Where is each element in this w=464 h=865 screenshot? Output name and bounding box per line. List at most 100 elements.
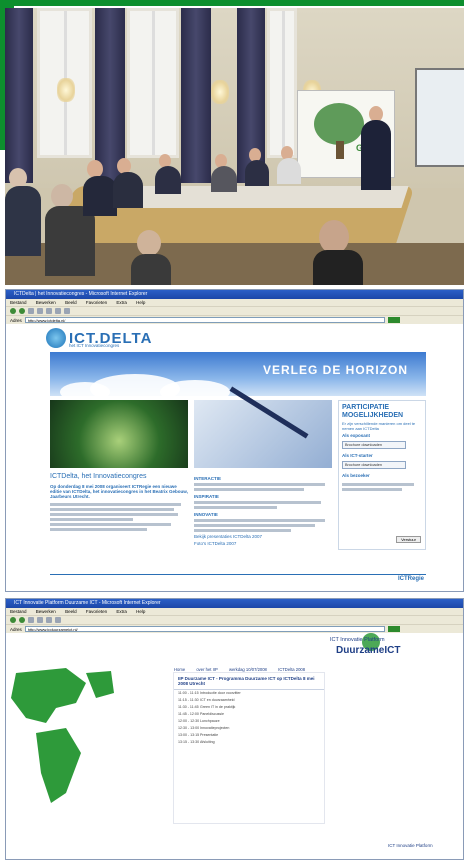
address-input[interactable]: http://www.ipduurzameict.nl/ xyxy=(24,626,385,632)
features-column: INTERACTIE INSPIRATIE INNOVATIE Bekijk p… xyxy=(194,473,332,546)
window-title: ICTDelta | het Innovatiecongres - Micros… xyxy=(6,290,463,299)
section-title: INNOVATIE xyxy=(194,512,218,517)
meeting-photo: Green xyxy=(5,8,464,285)
tree-trunk xyxy=(336,141,344,159)
program-row: 13:00 - 13:15 Presentatie xyxy=(174,732,324,739)
toolbar xyxy=(6,615,463,624)
menu-item[interactable]: Favorieten xyxy=(86,300,107,305)
refresh-icon[interactable] xyxy=(37,308,43,314)
body-text-line xyxy=(50,513,179,516)
program-time: 12:00 - 12:30 xyxy=(178,719,200,723)
photo-curtain xyxy=(181,8,211,183)
body-text-line xyxy=(50,518,133,521)
program-event: Lunchpauze xyxy=(200,719,220,723)
link[interactable]: Bekijk presentaties ICTDelta 2007 xyxy=(194,534,332,539)
footer-logo: ICT Innovatie Platform xyxy=(388,843,433,848)
program-panel: IIP Duurzame ICT - Programma Duurzame IC… xyxy=(174,673,324,823)
program-event: Green IT in de praktijk xyxy=(200,705,236,709)
program-row: 12:30 - 13:00 Innovatieprojecten xyxy=(174,725,324,732)
panel-subtitle: Er zijn verschillende manieren om deel t… xyxy=(342,421,416,431)
stop-icon[interactable] xyxy=(28,308,34,314)
program-time: 11:30 - 11:45 xyxy=(178,705,199,709)
program-time: 11:45 - 12:00 xyxy=(178,712,199,716)
pen-image xyxy=(194,386,332,468)
brochure-select[interactable]: Brochure downloaden xyxy=(342,441,406,449)
footer-rule xyxy=(50,574,426,575)
program-time: 11:15 - 11:30 xyxy=(178,698,199,702)
body-text-line xyxy=(194,519,326,522)
option-label: Als bezoeker xyxy=(342,473,370,478)
menu-item[interactable]: Help xyxy=(136,609,145,614)
body-text-line xyxy=(194,488,305,491)
program-time: 11:00 - 11:15 xyxy=(178,691,199,695)
nav-item[interactable]: werkdag 10/07/2008 xyxy=(229,667,267,672)
program-event: Presentatie xyxy=(200,733,219,737)
send-button[interactable]: Verstuur xyxy=(396,536,421,543)
go-button[interactable] xyxy=(387,317,400,323)
home-icon[interactable] xyxy=(46,617,52,623)
menu-item[interactable]: Bewerken xyxy=(36,609,56,614)
go-button[interactable] xyxy=(387,626,400,632)
body-text-line xyxy=(194,524,316,527)
photo-window xyxy=(267,8,297,158)
menu-item[interactable]: Favorieten xyxy=(86,609,107,614)
body-text-line xyxy=(50,528,147,531)
nav-item[interactable]: over het IIP xyxy=(196,667,217,672)
menu-item[interactable]: Help xyxy=(136,300,145,305)
ictdelta-page: ICT.DELTA het ICT Innovatiecongres VERLE… xyxy=(46,326,428,588)
favorites-icon[interactable] xyxy=(64,308,70,314)
program-row: 11:30 - 11:45 Green IT in de praktijk xyxy=(174,704,324,711)
link[interactable]: Foto's ICTDelta 2007 xyxy=(194,541,332,546)
platform-logo-line1: ICT Innovatie Platform xyxy=(330,637,385,643)
address-input[interactable]: http://www.ictdelta.nl/ xyxy=(24,317,385,323)
nav-item[interactable]: ICTDelta 2008 xyxy=(278,667,305,672)
refresh-icon[interactable] xyxy=(37,617,43,623)
hero-title: VERLEG DE HORIZON xyxy=(262,363,408,377)
side-note-line xyxy=(339,479,425,495)
back-icon[interactable] xyxy=(10,308,16,314)
forward-icon[interactable] xyxy=(19,308,25,314)
body-text-line xyxy=(194,501,321,504)
body-text-line xyxy=(50,523,172,526)
menu-bar: Bestand Bewerken Beeld Favorieten Extra … xyxy=(6,608,463,615)
search-icon[interactable] xyxy=(55,308,61,314)
participation-panel: PARTICIPATIE MOGELIJKHEDEN Er zijn versc… xyxy=(338,400,426,550)
plant-image xyxy=(50,400,188,468)
intro-column: ICTDelta, het Innovatiecongres Op donder… xyxy=(50,473,188,533)
forward-icon[interactable] xyxy=(19,617,25,623)
nav-item[interactable]: Home xyxy=(174,667,185,672)
menu-bar: Bestand Bewerken Beeld Favorieten Extra … xyxy=(6,299,463,306)
back-icon[interactable] xyxy=(10,617,16,623)
body-text-line xyxy=(194,529,291,532)
cloud-graphic xyxy=(160,380,230,396)
menu-item[interactable]: Beeld xyxy=(65,609,77,614)
accent-bar xyxy=(0,0,464,6)
menu-item[interactable]: Extra xyxy=(116,300,127,305)
menu-item[interactable]: Bestand xyxy=(10,300,27,305)
menu-item[interactable]: Extra xyxy=(116,609,127,614)
home-icon[interactable] xyxy=(46,308,52,314)
intro-heading: ICTDelta, het Innovatiecongres xyxy=(50,473,147,480)
body-text-line xyxy=(50,503,182,506)
address-label: Adres xyxy=(10,626,22,632)
stop-icon[interactable] xyxy=(28,617,34,623)
menu-item[interactable]: Bestand xyxy=(10,609,27,614)
program-event: Paneldiscussie xyxy=(200,712,224,716)
photo-window xyxy=(127,8,179,158)
program-time: 13:15 - 13:30 xyxy=(178,740,200,744)
search-icon[interactable] xyxy=(55,617,61,623)
platform-logo-line2: DuurzameICT xyxy=(336,645,401,656)
panel-title: PARTICIPATIE MOGELIJKHEDEN xyxy=(342,404,404,419)
program-event: Introductie door voorzitter xyxy=(200,691,241,695)
intro-lead: Op donderdag 8 mei 2008 organiseert ICTR… xyxy=(50,484,188,499)
world-map-graphic xyxy=(11,668,114,803)
window-title: ICT Innovatie Platform Duurzame ICT - Mi… xyxy=(6,599,463,608)
body-text-line xyxy=(50,508,175,511)
browser-window-ictdelta: ICTDelta | het Innovatiecongres - Micros… xyxy=(5,289,464,592)
brochure-select[interactable]: Brochure downloaden xyxy=(342,461,406,469)
menu-item[interactable]: Bewerken xyxy=(36,300,56,305)
wall-lamp xyxy=(57,78,75,102)
program-row: 11:45 - 12:00 Paneldiscussie xyxy=(174,711,324,718)
menu-item[interactable]: Beeld xyxy=(65,300,77,305)
toolbar xyxy=(6,306,463,315)
